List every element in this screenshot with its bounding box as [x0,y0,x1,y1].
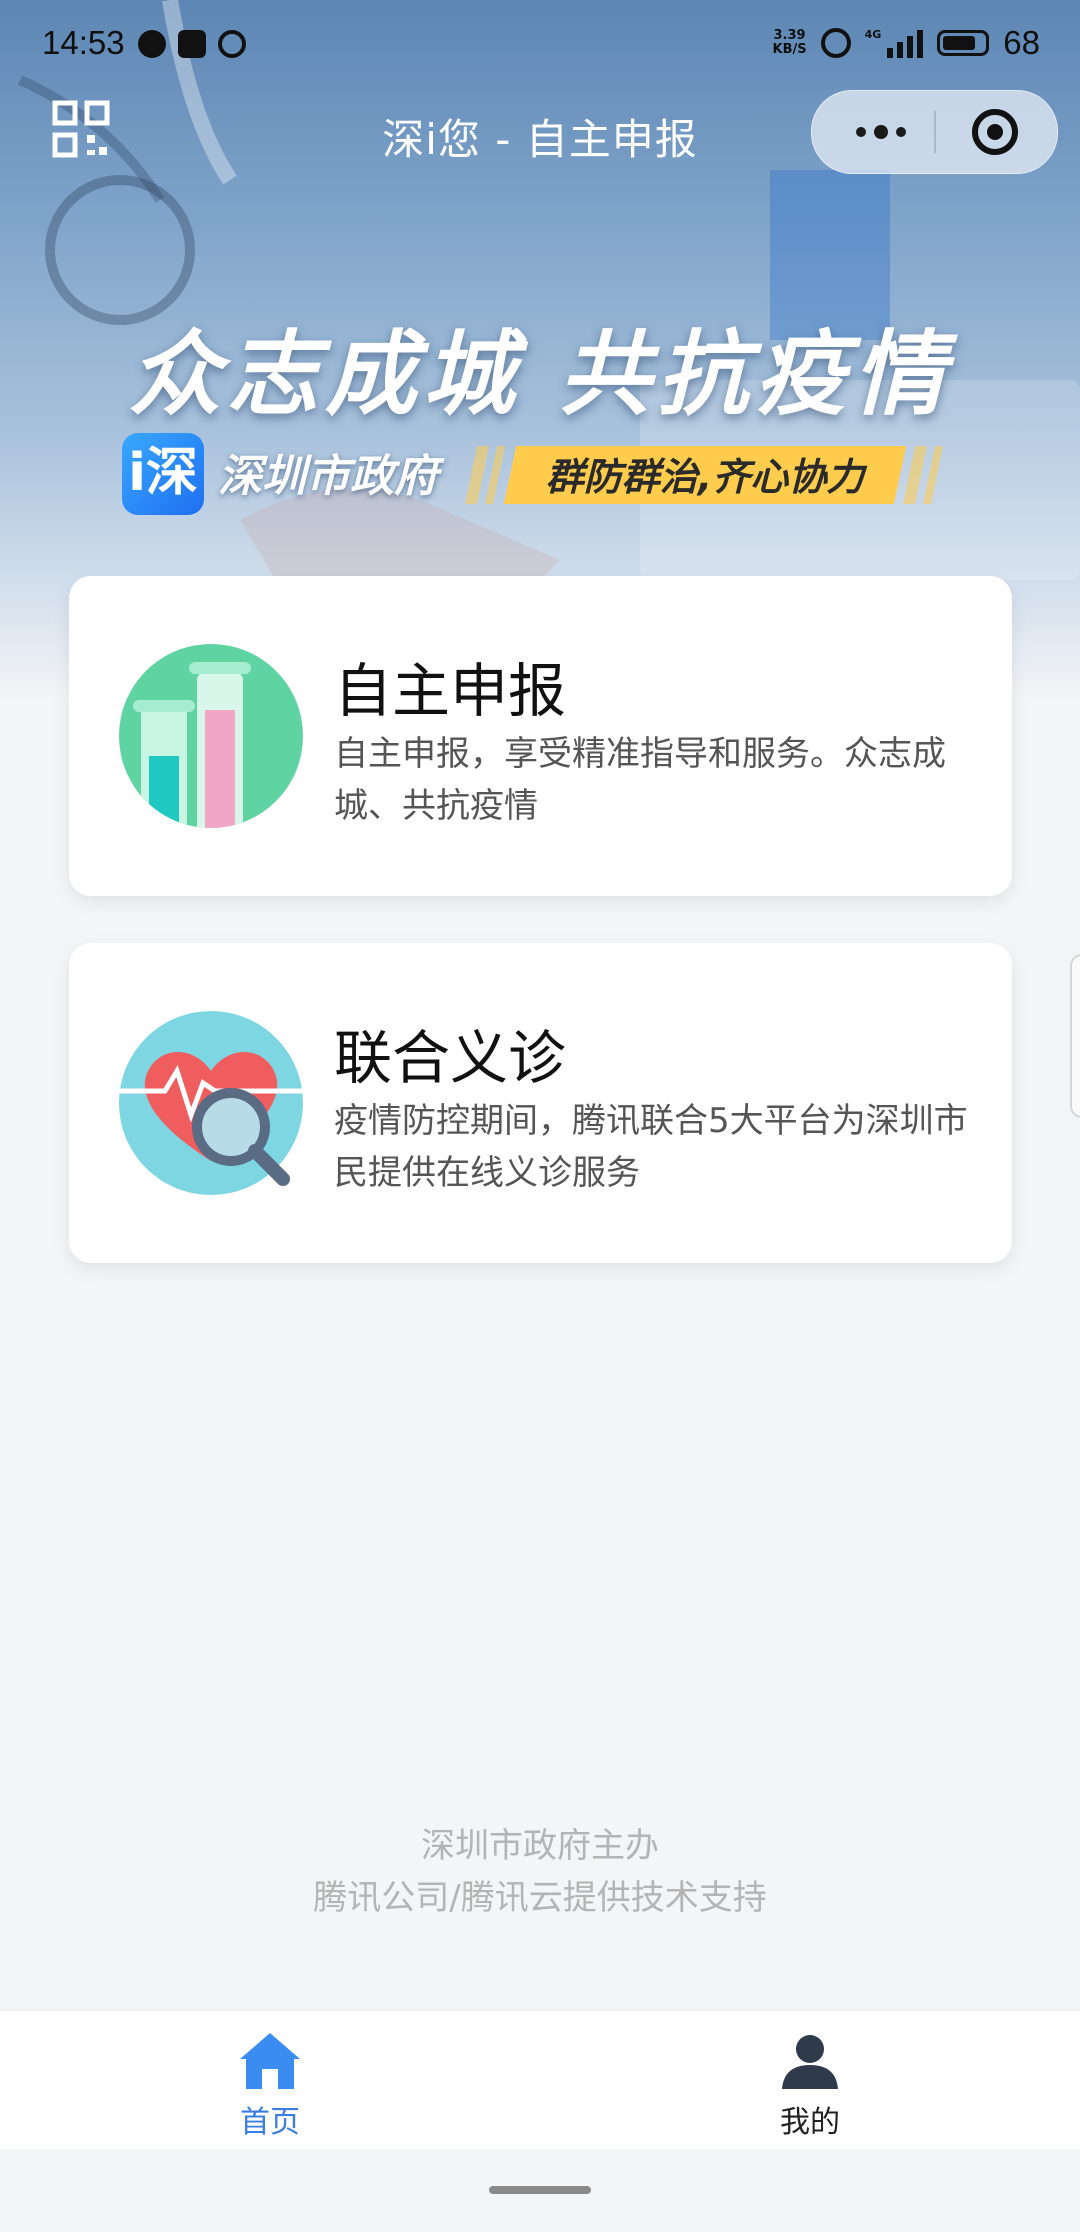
footer-tech-support: 腾讯公司/腾讯云提供技术支持 [313,1878,767,1918]
card-description: 疫情防控期间，腾讯联合5大平台为深圳市民提供在线义诊服务 [334,1101,968,1193]
card-joint-consultation[interactable]: 联合义诊 疫情防控期间，腾讯联合5大平台为深圳市民提供在线义诊服务 [69,943,1012,1263]
alarm-icon [820,28,851,58]
user-icon [782,2035,838,2089]
footer: 深圳市政府主办 腾讯公司/腾讯云提供技术支持 [0,1820,1080,1924]
home-icon [240,2033,300,2089]
nav-bar: 深i您 - 自主申报 [0,90,1080,186]
side-drawer-handle[interactable] [1070,954,1080,1118]
footer-sponsor: 深圳市政府主办 [421,1826,659,1866]
banner-slogan: 众志成城 共抗疫情 [128,321,952,428]
network-speed-value: 3.39 [773,28,806,43]
status-notification-icons [138,30,246,58]
card-title: 自主申报 [334,657,567,725]
tab-home-label: 首页 [240,2105,300,2140]
chart-bars-icon [119,644,303,828]
notification-app-icon [138,30,166,58]
shenzhen-gov-logo: i深 [122,433,204,515]
close-miniprogram-button[interactable] [972,109,1018,155]
card-title: 联合义诊 [334,1024,567,1092]
network-speed: 3.39 KB/S [773,29,807,57]
tab-bar: 首页 我的 [0,2010,1080,2149]
status-right-group: 3.39 KB/S 4G 68 [773,24,1041,62]
battery-level: 68 [1003,24,1040,61]
gov-name: 深圳市政府 [218,451,438,502]
home-indicator[interactable] [489,2186,591,2194]
hotspot-icon [218,30,246,58]
status-time: 14:53 [42,24,125,61]
tab-me-label: 我的 [780,2105,840,2140]
tab-home[interactable]: 首页 [0,2011,540,2149]
notification-bell-icon [178,30,206,58]
status-bar: 14:53 3.39 KB/S 4G 68 [0,0,1080,90]
battery-icon [937,30,990,56]
card-description: 自主申报，享受精准指导和服务。众志成城、共抗疫情 [334,734,946,826]
card-self-report[interactable]: 自主申报 自主申报，享受精准指导和服务。众志成城、共抗疫情 [69,576,1012,896]
network-type: 4G [864,28,882,41]
banner-tagline: 群防群治,齐心协力 [545,455,865,499]
signal-icon: 4G [865,28,924,58]
capsule-divider [934,111,936,153]
heart-magnifier-icon [119,1011,303,1195]
network-speed-unit: KB/S [772,42,807,57]
miniprogram-capsule [811,90,1058,174]
tab-me[interactable]: 我的 [540,2011,1080,2149]
more-menu-button[interactable] [846,91,916,173]
